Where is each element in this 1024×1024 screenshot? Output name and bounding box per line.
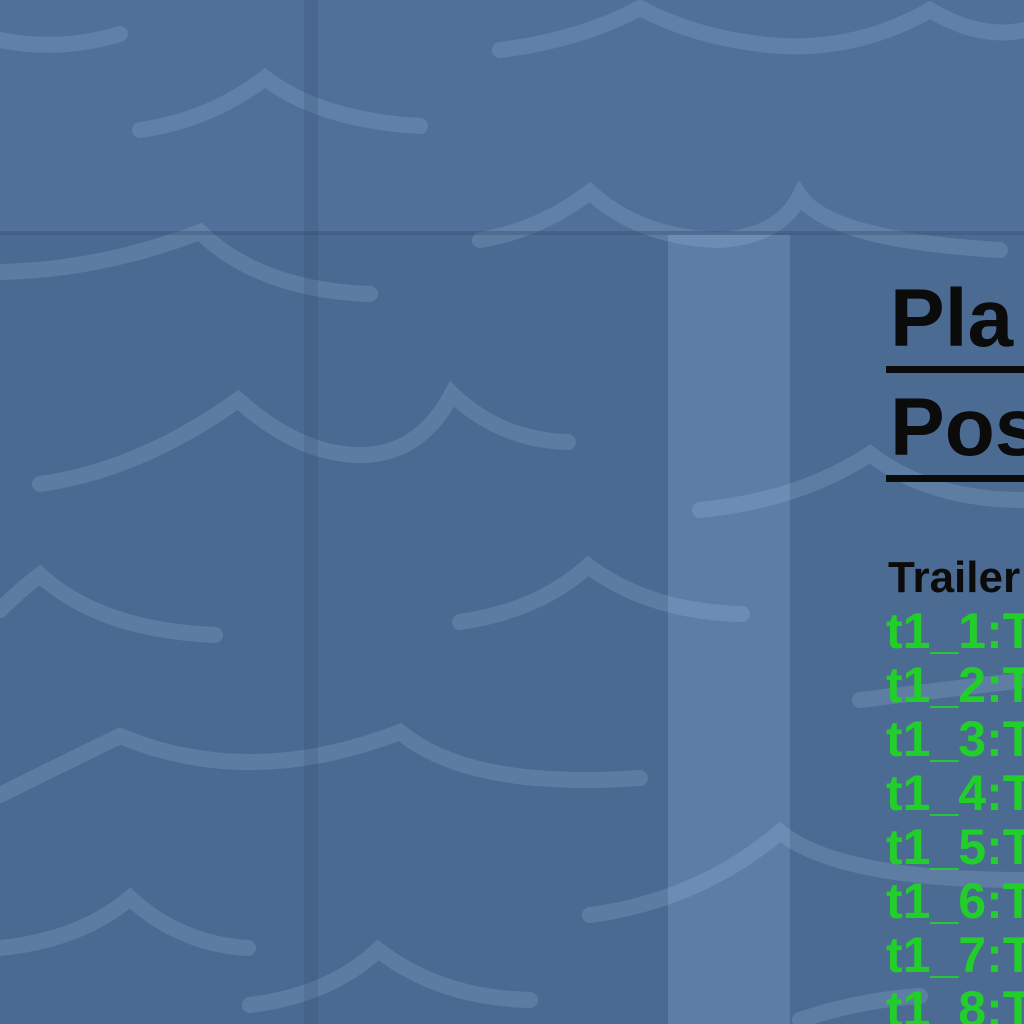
highlight-column <box>668 235 790 1024</box>
title-underline <box>886 366 1024 373</box>
header-band <box>0 0 1024 233</box>
trailer-link[interactable]: t1_5:T <box>886 820 1024 874</box>
trailer-link[interactable]: t1_4:T <box>886 766 1024 820</box>
page-title-line-2: Pos <box>890 382 1024 473</box>
title-underline <box>886 475 1024 482</box>
trailer-link[interactable]: t1_7:T <box>886 928 1024 982</box>
trailer-link[interactable]: t1_2:T <box>886 658 1024 712</box>
trailer-link[interactable]: t1_1:T <box>886 604 1024 658</box>
trailer-link[interactable]: t1_8:T <box>886 982 1024 1024</box>
page-title-line-1: Pla <box>890 273 1014 364</box>
trailers-section-label: Trailer <box>888 553 1021 602</box>
left-panel <box>0 235 668 1024</box>
trailer-link[interactable]: t1_3:T <box>886 712 1024 766</box>
content-panel: Pla Pos Trailer t1_1:T t1_2:T t1_3:T t1_… <box>886 272 1024 1024</box>
trailer-link[interactable]: t1_6:T <box>886 874 1024 928</box>
trailer-list: t1_1:T t1_2:T t1_3:T t1_4:T t1_5:T t1_6:… <box>886 604 1024 1024</box>
